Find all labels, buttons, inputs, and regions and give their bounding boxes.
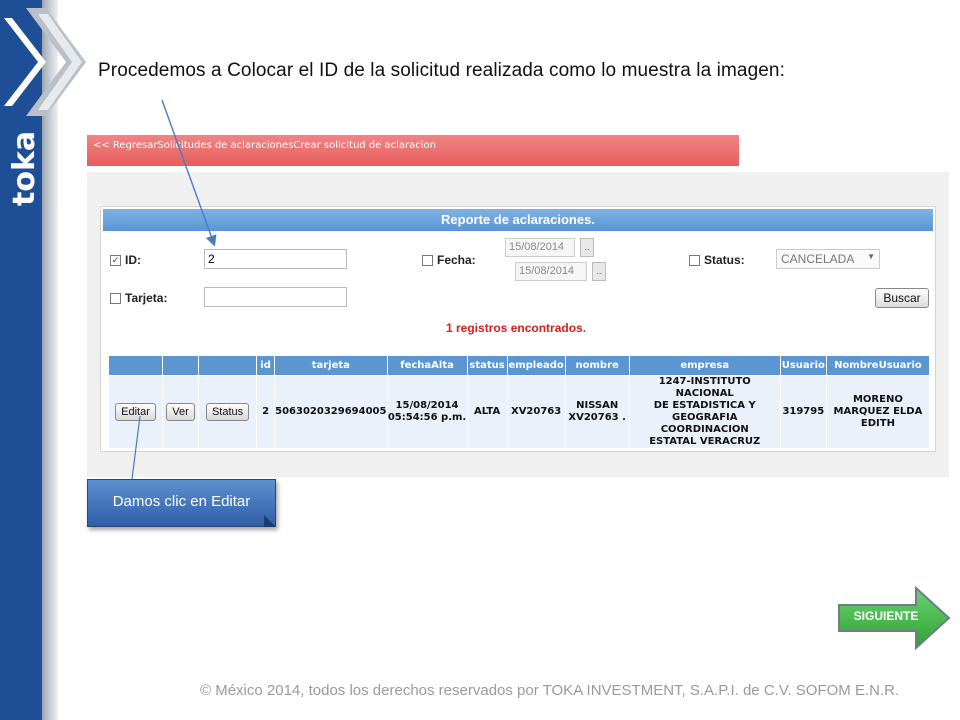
- status-checkbox[interactable]: [689, 255, 700, 266]
- cell-nombreusuario: MORENO MARQUEZ ELDA EDITH: [825, 375, 931, 449]
- cell-empresa-line2: DE ESTADISTICA Y: [653, 400, 756, 411]
- col-header-fechaalta: fechaAlta: [386, 355, 468, 376]
- status-selected-value: CANCELADA: [781, 252, 855, 266]
- cell-empresa-line3: GEOGRAFIA COORDINACION: [660, 412, 749, 435]
- fecha-to-input[interactable]: 15/08/2014: [515, 262, 587, 281]
- fecha-from-picker-icon[interactable]: ..: [580, 238, 594, 257]
- cell-fechaalta-time: 05:54:56 p.m.: [387, 412, 467, 423]
- cell-usuario: 319795: [779, 375, 827, 449]
- col-header-tarjeta: tarjeta: [274, 355, 388, 376]
- cell-fechaalta: 15/08/2014 05:54:56 p.m.: [386, 375, 468, 449]
- cell-empresa-line4: ESTATAL VERACRUZ: [649, 436, 761, 447]
- toka-logo: toka: [7, 131, 42, 206]
- breadcrumb-text[interactable]: << RegresarSolicitudes de aclaracionesCr…: [93, 140, 436, 151]
- cell-id: 2: [256, 375, 276, 449]
- cell-nombre-line2: XV20763 .: [568, 412, 626, 423]
- next-button-label: SIGUIENTE: [853, 609, 919, 623]
- fecha-from-input[interactable]: 15/08/2014: [505, 238, 575, 257]
- view-button[interactable]: Ver: [166, 403, 195, 421]
- cell-nombreusuario-line3: EDITH: [860, 418, 895, 429]
- tarjeta-checkbox[interactable]: [110, 293, 121, 304]
- tarjeta-input[interactable]: [204, 287, 347, 307]
- results-table: id tarjeta fechaAlta status empleado nom…: [107, 355, 931, 449]
- result-count: 1 registros encontrados.: [446, 321, 587, 335]
- search-button[interactable]: Buscar: [875, 288, 929, 308]
- cell-nombreusuario-line1: MORENO: [852, 394, 903, 405]
- brand-sidebar: toka: [0, 0, 86, 720]
- next-button[interactable]: SIGUIENTE: [836, 585, 952, 651]
- col-header-empleado: empleado: [506, 355, 566, 376]
- cell-nombre: NISSAN XV20763 .: [564, 375, 630, 449]
- cell-nombreusuario-line2: MARQUEZ ELDA: [833, 406, 923, 417]
- report-panel: Reporte de aclaraciones. ✓ ID: 2 Tarjeta…: [100, 206, 936, 452]
- table-header-row: id tarjeta fechaAlta status empleado nom…: [107, 355, 931, 376]
- cell-status: ALTA: [466, 375, 508, 449]
- fecha-label: Fecha:: [437, 253, 476, 267]
- svg-text:toka: toka: [7, 131, 42, 206]
- cell-empleado: XV20763: [506, 375, 566, 449]
- app-screenshot: << RegresarSolicitudes de aclaracionesCr…: [87, 132, 949, 477]
- tarjeta-label: Tarjeta:: [125, 291, 168, 305]
- cell-empresa: 1247-INSTITUTO NACIONAL DE ESTADISTICA Y…: [628, 375, 781, 449]
- slide-title: Procedemos a Colocar el ID de la solicit…: [98, 60, 785, 81]
- cell-tarjeta: 5063020329694005: [274, 375, 388, 449]
- col-header-edit: [107, 355, 164, 376]
- cell-fechaalta-date: 15/08/2014: [395, 400, 459, 411]
- id-checkbox[interactable]: ✓: [110, 255, 121, 266]
- id-input[interactable]: 2: [204, 249, 347, 269]
- status-label: Status:: [704, 253, 745, 267]
- col-header-status: status: [466, 355, 508, 376]
- col-header-view: [162, 355, 200, 376]
- footer-copyright: © México 2014, todos los derechos reserv…: [200, 682, 900, 699]
- fecha-to-picker-icon[interactable]: ..: [592, 262, 606, 281]
- status-select[interactable]: CANCELADA ▼: [776, 249, 880, 269]
- cell-nombre-line1: NISSAN: [576, 400, 619, 411]
- fecha-checkbox[interactable]: [422, 255, 433, 266]
- edit-button[interactable]: Editar: [115, 403, 156, 421]
- col-header-usuario: Usuario: [779, 355, 827, 376]
- chevron-decoration-icon: [4, 8, 86, 116]
- col-header-id: id: [256, 355, 276, 376]
- col-header-status-btn: [198, 355, 258, 376]
- chevron-down-icon: ▼: [867, 252, 875, 261]
- status-button[interactable]: Status: [205, 403, 250, 421]
- report-title: Reporte de aclaraciones.: [103, 209, 933, 231]
- cell-empresa-line1: 1247-INSTITUTO NACIONAL: [658, 376, 751, 399]
- col-header-empresa: empresa: [628, 355, 781, 376]
- callout-text: Damos clic en Editar: [112, 493, 251, 510]
- breadcrumb[interactable]: << RegresarSolicitudes de aclaracionesCr…: [87, 135, 739, 166]
- col-header-nombre: nombre: [564, 355, 630, 376]
- callout-box: Damos clic en Editar: [87, 479, 276, 527]
- id-label: ID:: [125, 253, 141, 267]
- table-row: Editar Ver Status 2 5063020329694005 15/…: [107, 375, 931, 449]
- col-header-nombreusuario: NombreUsuario: [825, 355, 931, 376]
